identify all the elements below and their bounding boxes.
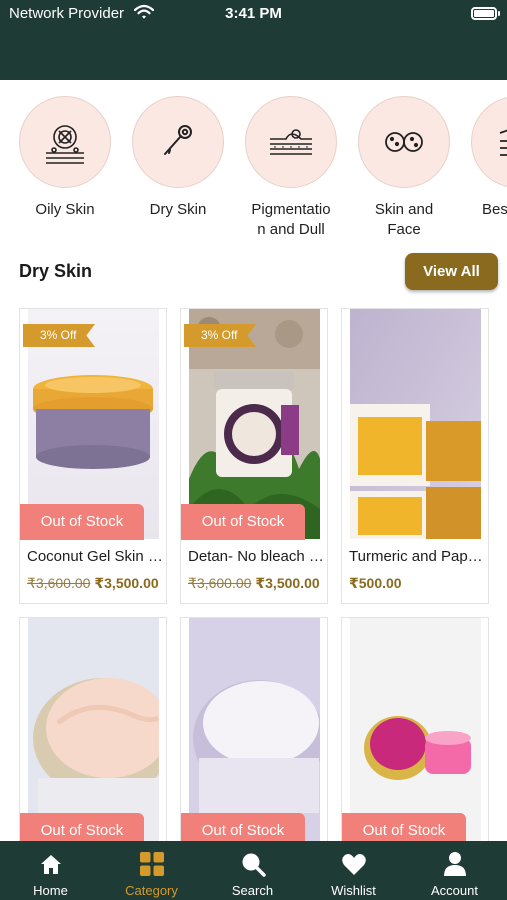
tab-label: Wishlist [331, 883, 376, 898]
product-name: Coconut Gel Skin Moisturizer [27, 548, 163, 565]
discount-badge: 3% Off [184, 324, 256, 347]
tab-label: Search [231, 883, 274, 898]
category-label: Dry Skin [149, 201, 207, 218]
category-label: Pigmentatio n and Dull [251, 201, 331, 238]
section-title: Dry Skin [19, 261, 93, 281]
oily-skin-icon [19, 96, 111, 188]
category-dry-skin[interactable]: Dry Skin [123, 96, 233, 220]
category-partial[interactable]: Bes [462, 96, 507, 220]
category-icon [140, 852, 164, 876]
old-price: ₹3,600.00 [27, 575, 91, 591]
product-image [28, 618, 159, 846]
pigmentation-icon [245, 96, 337, 188]
tab-wishlist[interactable]: Wishlist [303, 841, 404, 900]
clock: 3:41 PM [225, 5, 282, 22]
layers-icon [471, 96, 507, 188]
out-of-stock-label: Out of Stock [181, 504, 305, 540]
category-label: Bes [482, 201, 507, 218]
product-card[interactable]: Turmeric and Papaya Soap ₹500.00 [341, 308, 489, 604]
tab-label: Home [33, 883, 68, 898]
search-icon [242, 853, 266, 877]
old-price: ₹3,600.00 [188, 575, 252, 591]
category-oily-skin[interactable]: Oily Skin [10, 96, 120, 220]
product-card[interactable]: Out of Stock [19, 617, 167, 849]
status-bar: Network Provider 3:41 PM [0, 4, 507, 25]
battery-icon [471, 7, 500, 20]
tab-home[interactable]: Home [0, 841, 101, 900]
account-icon [444, 852, 466, 876]
app-header: Network Provider 3:41 PM [0, 0, 507, 80]
tab-label: Account [431, 883, 478, 898]
tab-category[interactable]: Category [101, 841, 202, 900]
category-carousel[interactable]: Oily Skin Dry Skin Pigmentatio n and Dul… [0, 96, 507, 246]
category-label: Oily Skin [35, 201, 95, 218]
product-price: ₹3,600.00 ₹3,500.00 [188, 575, 326, 592]
category-label: Skin and Face [374, 201, 434, 238]
dry-skin-icon [132, 96, 224, 188]
product-card[interactable]: 3% Off Out of Stock Detan- No bleach cre… [180, 308, 328, 604]
product-price: ₹3,600.00 ₹3,500.00 [27, 575, 165, 592]
skin-face-icon [358, 96, 450, 188]
tab-account[interactable]: Account [404, 841, 505, 900]
product-image [350, 309, 481, 539]
app-screen: Network Provider 3:41 PM Oily Skin Dry S… [0, 0, 507, 900]
product-card[interactable]: Out of Stock [341, 617, 489, 849]
product-price: ₹500.00 [349, 575, 487, 592]
out-of-stock-label: Out of Stock [20, 504, 144, 540]
product-name: Detan- No bleach cream [188, 548, 324, 565]
tab-search[interactable]: Search [202, 841, 303, 900]
product-card[interactable]: Out of Stock [180, 617, 328, 849]
sale-price: ₹3,500.00 [94, 575, 159, 591]
discount-badge: 3% Off [23, 324, 95, 347]
tab-label: Category [125, 883, 178, 898]
sale-price: ₹500.00 [349, 575, 402, 591]
view-all-button[interactable]: View All [405, 253, 498, 290]
heart-icon [342, 854, 366, 875]
category-skin-face[interactable]: Skin and Face [349, 96, 459, 240]
sale-price: ₹3,500.00 [255, 575, 320, 591]
product-card[interactable]: 3% Off Out of Stock Coconut Gel Skin Moi… [19, 308, 167, 604]
bottom-tab-bar: Home Category Search Wishlist Account [0, 841, 507, 900]
home-icon [41, 855, 61, 874]
product-image [350, 618, 481, 846]
product-name: Turmeric and Papaya Soap [349, 548, 485, 565]
category-pigmentation[interactable]: Pigmentatio n and Dull [236, 96, 346, 240]
product-image [189, 618, 320, 846]
